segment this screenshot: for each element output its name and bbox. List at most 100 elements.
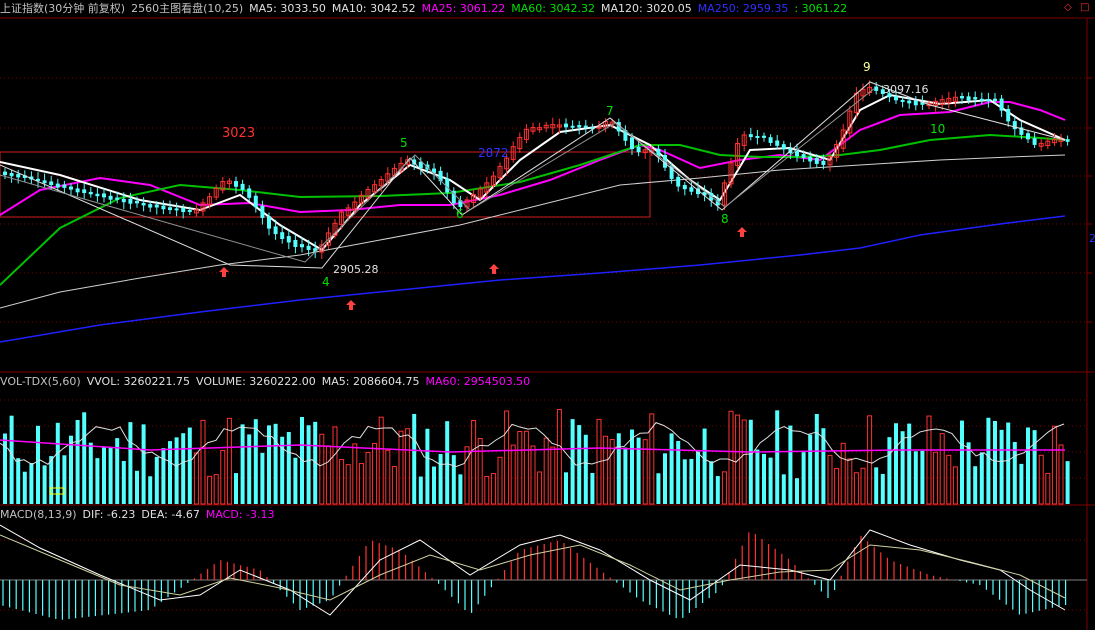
candle-body bbox=[768, 137, 773, 143]
volume-bar bbox=[75, 419, 80, 504]
volume-bar bbox=[709, 461, 714, 504]
candle-body bbox=[966, 96, 971, 101]
volume-bar bbox=[669, 433, 674, 504]
volume-bar bbox=[1045, 472, 1051, 505]
volume-bar bbox=[853, 472, 859, 505]
box-level-label: 3023 bbox=[222, 126, 256, 141]
volume-ma-lines bbox=[0, 422, 1065, 468]
volume-bar bbox=[616, 433, 621, 504]
candle-body bbox=[3, 171, 7, 176]
candle-body bbox=[9, 173, 14, 177]
candle-body bbox=[306, 245, 311, 250]
volume-bar bbox=[874, 467, 879, 504]
candle-body bbox=[55, 183, 60, 188]
volume-bar bbox=[451, 455, 456, 504]
volume-bar bbox=[920, 450, 925, 504]
candle-body bbox=[62, 184, 67, 188]
volume-bar bbox=[847, 458, 853, 505]
volume-bar bbox=[352, 443, 358, 505]
volume-bar bbox=[42, 465, 47, 504]
volume-bar bbox=[220, 449, 226, 505]
candle-body bbox=[187, 209, 192, 212]
candle-body bbox=[253, 195, 258, 208]
candle-body bbox=[676, 176, 681, 187]
volume-bar bbox=[537, 471, 543, 505]
vol-name[interactable]: VOL-TDX(5,60) bbox=[0, 375, 81, 388]
volume-bar bbox=[121, 461, 126, 504]
volume-bar bbox=[1012, 442, 1017, 504]
macd-histogram bbox=[2, 532, 1067, 620]
macd-name[interactable]: MACD(8,13,9) bbox=[0, 508, 77, 521]
volume-bar bbox=[16, 458, 21, 504]
volume-bar bbox=[55, 422, 60, 504]
candle-body bbox=[161, 205, 166, 210]
volume-bar bbox=[253, 419, 258, 504]
volume-bar bbox=[543, 437, 549, 505]
candle-body bbox=[141, 202, 146, 206]
candle-body bbox=[1012, 121, 1017, 130]
candle-body bbox=[564, 123, 568, 128]
right-edge-label: 2 bbox=[1089, 232, 1095, 245]
volume-bar bbox=[168, 441, 172, 504]
wave-8: 8 bbox=[721, 212, 729, 226]
wave-10: 10 bbox=[930, 122, 946, 136]
candle-body bbox=[821, 160, 826, 165]
volume-bar bbox=[880, 473, 885, 504]
dif-value: DIF: -6.23 bbox=[82, 508, 136, 521]
candle-body bbox=[260, 205, 265, 218]
volume-bar bbox=[1065, 461, 1070, 504]
candle-body bbox=[577, 125, 582, 128]
wave-5: 5 bbox=[400, 136, 408, 150]
volume-bar bbox=[148, 476, 153, 504]
volume-bar bbox=[1019, 463, 1024, 504]
candle-body bbox=[174, 208, 179, 211]
kline-chart[interactable] bbox=[0, 0, 1095, 630]
candle-body bbox=[1032, 138, 1037, 145]
volume-bar bbox=[187, 427, 192, 504]
volume-bar bbox=[418, 476, 423, 504]
candle-body bbox=[748, 134, 753, 138]
volume-bar bbox=[834, 468, 840, 505]
buy-arrow bbox=[346, 300, 356, 310]
volume-bar bbox=[181, 433, 186, 504]
volume-bar bbox=[9, 415, 14, 504]
volume-bar bbox=[1026, 427, 1030, 504]
volume-bar bbox=[636, 437, 641, 504]
ma60-line bbox=[0, 133, 1066, 286]
low-price-label: 2905.28 bbox=[333, 263, 379, 276]
volume-bar bbox=[702, 428, 707, 504]
candle-body bbox=[808, 156, 813, 162]
volume-bar bbox=[887, 437, 892, 504]
volume-bar bbox=[358, 463, 364, 505]
candle-body bbox=[1006, 108, 1011, 122]
dea-value: DEA: -4.67 bbox=[141, 508, 200, 521]
volume-bar bbox=[378, 416, 384, 505]
volume-bar bbox=[339, 459, 345, 505]
volume-bar bbox=[550, 446, 556, 505]
volume-header: VOL-TDX(5,60) VVOL: 3260221.75 VOLUME: 326… bbox=[0, 374, 536, 390]
candle-body bbox=[286, 236, 291, 243]
candle-body bbox=[16, 174, 21, 178]
volume-bar bbox=[438, 454, 443, 504]
volume-bar bbox=[564, 472, 568, 504]
volume-bar bbox=[240, 424, 245, 504]
candle-body bbox=[979, 98, 984, 101]
volume-bar bbox=[939, 433, 945, 505]
candle-body bbox=[121, 198, 126, 203]
volume-bar bbox=[1032, 430, 1037, 504]
volume-bar bbox=[556, 409, 562, 505]
candle-body bbox=[689, 187, 694, 192]
volume-bar bbox=[234, 473, 238, 504]
volume-bar bbox=[583, 434, 588, 504]
volume-bar bbox=[391, 466, 397, 505]
volume-bar bbox=[29, 463, 34, 504]
wave-zigzag-line bbox=[0, 81, 1066, 269]
volume-bar bbox=[161, 448, 166, 504]
candle-body bbox=[49, 181, 54, 186]
high-price-label: 3097.16 bbox=[883, 83, 929, 96]
candle-body bbox=[960, 96, 964, 99]
volume-bar bbox=[913, 451, 918, 504]
volume-bar bbox=[174, 437, 179, 504]
candle-body bbox=[82, 189, 87, 194]
candle-body bbox=[993, 98, 997, 102]
